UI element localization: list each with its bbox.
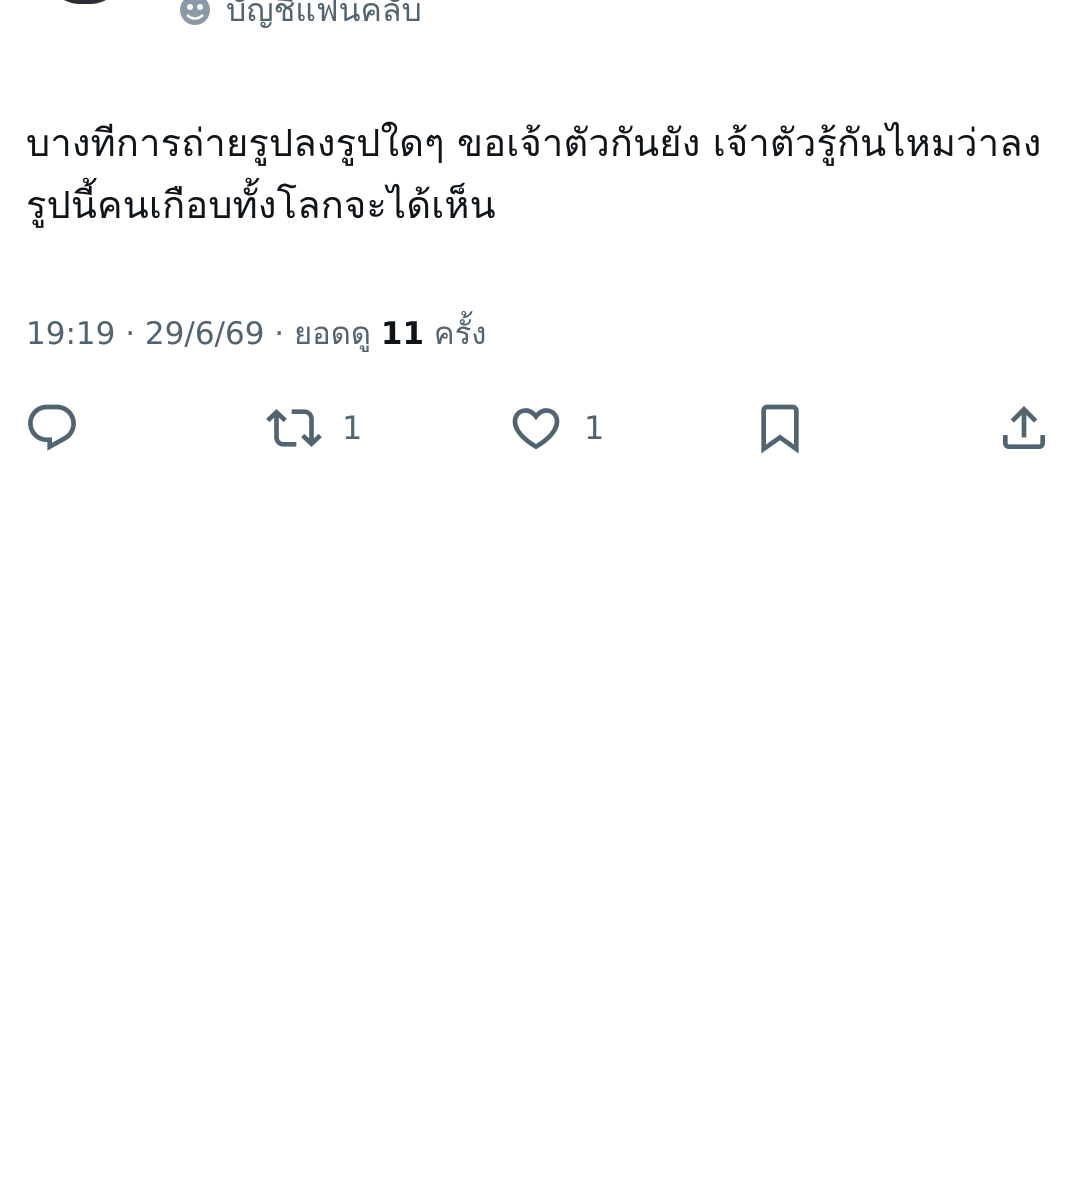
account-type-label: บัญชีแฟนคลับ — [226, 0, 422, 29]
tweet-time[interactable]: 19:19 — [26, 316, 115, 352]
fan-club-icon — [178, 0, 212, 27]
bookmark-icon — [761, 404, 799, 454]
views-suffix: ครั้ง — [433, 316, 487, 352]
views-count: 11 — [380, 316, 425, 352]
retweet-icon — [266, 409, 322, 447]
heart-icon — [512, 408, 560, 450]
avatar[interactable] — [46, 0, 124, 4]
meta-separator: · — [125, 316, 136, 352]
retweet-button[interactable]: 1 — [266, 400, 362, 456]
tweet-date[interactable]: 29/6/69 — [145, 316, 265, 352]
tweet-header — [0, 0, 1084, 30]
like-button[interactable]: 1 — [508, 400, 604, 456]
account-type-row: บัญชีแฟนคลับ — [178, 0, 422, 28]
retweet-count: 1 — [342, 409, 363, 447]
share-button[interactable] — [996, 400, 1052, 456]
views-prefix: ยอดดู — [294, 316, 372, 352]
reply-button[interactable] — [24, 400, 80, 456]
tweet-meta: 19:19 · 29/6/69 · ยอดดู 11 ครั้ง — [26, 312, 486, 356]
meta-separator: · — [274, 316, 285, 352]
reply-icon — [28, 404, 76, 451]
like-count: 1 — [584, 409, 605, 447]
action-bar: 1 1 — [0, 400, 1084, 456]
tweet-text: บางทีการถ่ายรูปลงรูปใดๆ ขอเจ้าตัวกันยัง … — [26, 121, 1042, 227]
bookmark-button[interactable] — [752, 400, 808, 456]
share-icon — [1003, 406, 1045, 449]
